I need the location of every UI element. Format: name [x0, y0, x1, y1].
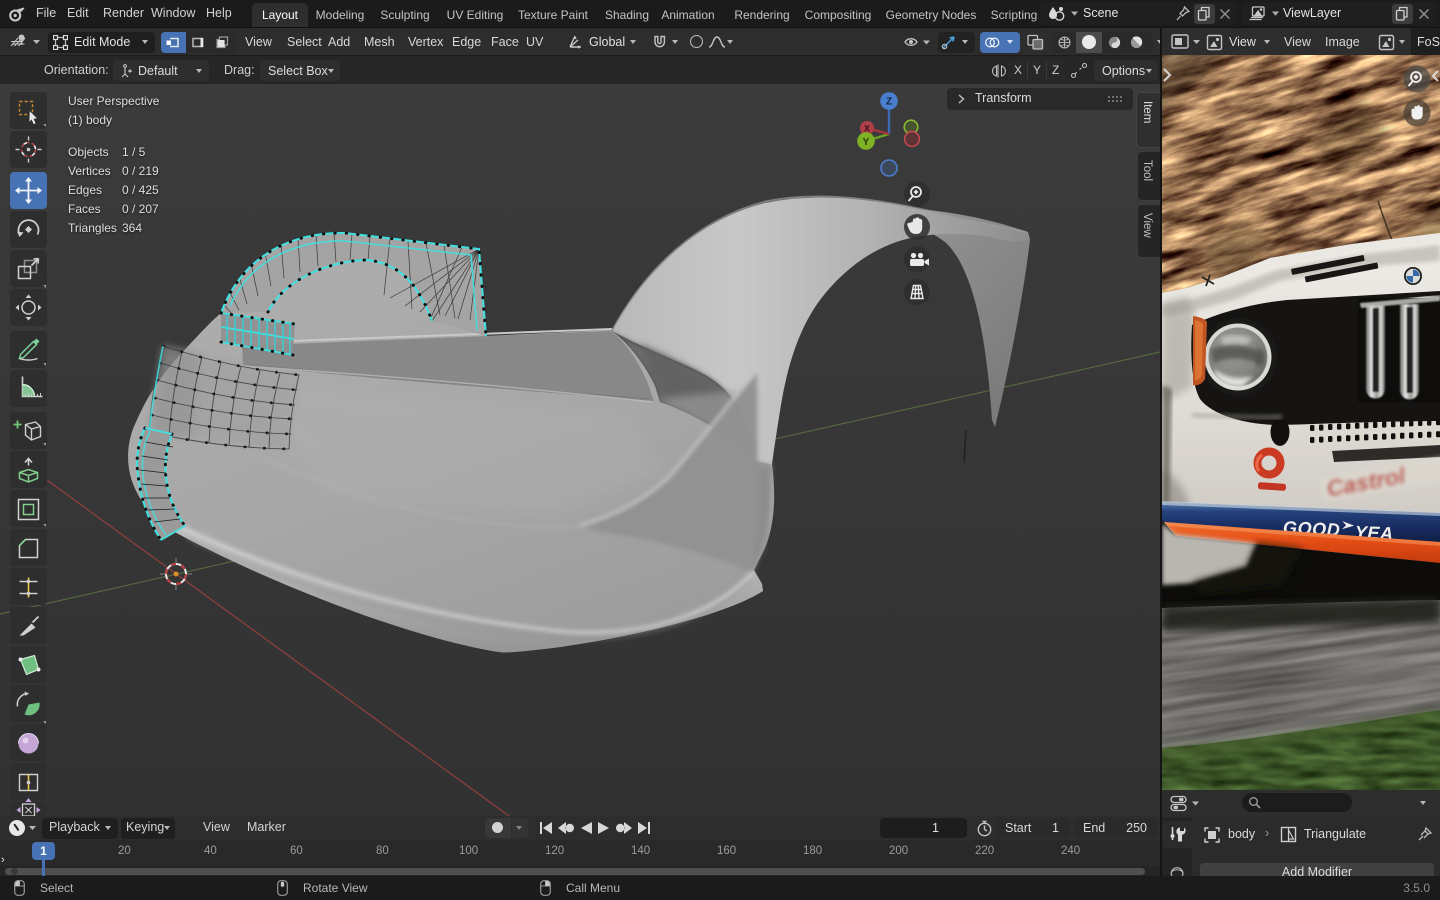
svg-text:X: X	[864, 123, 870, 133]
svg-text:Y: Y	[863, 137, 870, 148]
svg-text:Z: Z	[886, 96, 892, 107]
